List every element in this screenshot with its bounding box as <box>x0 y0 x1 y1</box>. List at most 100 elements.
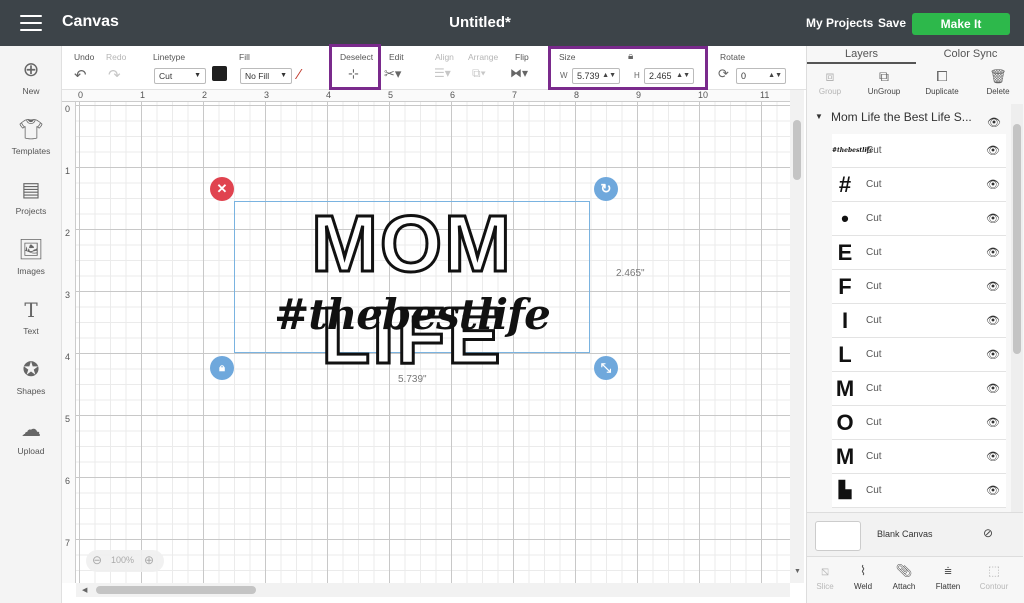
ruler-tick: 9 <box>636 90 642 100</box>
layer-operation: Cut <box>866 179 882 190</box>
eye-icon[interactable]: 👁︎ <box>987 116 1001 129</box>
layer-group-row[interactable]: ▼ Mom Life the Best Life S... 👁︎ <box>807 106 1007 132</box>
zoom-out-icon[interactable]: ⊖ <box>92 553 102 567</box>
undo-icon[interactable]: ↶ <box>74 66 87 84</box>
duplicate-button[interactable]: ⧠ Duplicate <box>915 68 969 96</box>
edit-scissors-icon[interactable]: ✂▾ <box>384 66 401 82</box>
scroll-left-arrow-icon[interactable]: ◀ <box>82 586 87 594</box>
canvas-horizontal-scrollbar[interactable]: ◀ <box>76 583 790 597</box>
align-icon[interactable]: ☰▾ <box>434 66 451 80</box>
attach-button[interactable]: 📎︎ Attach <box>884 563 924 591</box>
eye-icon[interactable]: 👁︎ <box>986 484 1000 497</box>
lock-handle-icon[interactable]: 🔒︎ <box>210 356 234 380</box>
nav-new-label: New <box>22 86 40 96</box>
contour-button[interactable]: ⬚ Contour <box>974 563 1014 591</box>
delete-button[interactable]: 🗑︎ Delete <box>971 68 1024 96</box>
rotate-handle-icon[interactable]: ↻ <box>594 177 618 201</box>
nav-templates[interactable]: 👕︎ Templates <box>0 118 62 156</box>
scroll-thumb[interactable] <box>793 120 801 180</box>
width-dimension-label: 5.739" <box>398 374 427 385</box>
group-button[interactable]: ⧈ Group <box>803 68 857 96</box>
scroll-down-arrow-icon[interactable]: ▼ <box>794 568 801 575</box>
layer-operation: Cut <box>866 417 882 428</box>
eye-icon[interactable]: 👁︎ <box>986 314 1000 327</box>
eye-icon[interactable]: 👁︎ <box>986 416 1000 429</box>
ruler-tick: 1 <box>140 90 146 100</box>
rotate-icon[interactable]: ⟳ <box>718 66 729 82</box>
redo-icon[interactable]: ↷ <box>108 66 121 84</box>
projects-icon: ▤ <box>21 179 41 201</box>
eye-icon[interactable]: 👁︎ <box>986 280 1000 293</box>
linetype-color-swatch[interactable] <box>212 66 227 81</box>
layer-row[interactable]: E Cut 👁︎ <box>832 236 1006 270</box>
ungroup-button[interactable]: ⧉ UnGroup <box>857 68 911 96</box>
eye-icon[interactable]: 👁︎ <box>986 178 1000 191</box>
nav-text-label: Text <box>23 326 39 336</box>
tab-layers[interactable]: Layers <box>807 46 916 64</box>
blank-canvas-row[interactable]: Blank Canvas ⊘ <box>807 512 1023 556</box>
layer-row[interactable]: L Cut 👁︎ <box>832 338 1006 372</box>
flatten-icon: ⩧ <box>944 563 952 578</box>
nav-images-label: Images <box>17 266 45 276</box>
fill-select[interactable]: No Fill ▼ <box>240 68 292 84</box>
blank-canvas-swatch[interactable] <box>815 521 861 551</box>
layer-row[interactable]: M Cut 👁︎ <box>832 440 1006 474</box>
flip-icon[interactable]: ⧓▾ <box>510 66 528 80</box>
weld-button[interactable]: ⌇ Weld <box>843 563 883 591</box>
eye-icon[interactable]: 👁︎ <box>986 348 1000 361</box>
layer-row[interactable]: • Cut 👁︎ <box>832 202 1006 236</box>
text-icon: T <box>24 298 38 322</box>
layer-thumbnail: E <box>837 240 853 265</box>
my-projects-link[interactable]: My Projects <box>806 16 873 30</box>
eye-icon[interactable]: 👁︎ <box>986 212 1000 225</box>
scroll-thumb[interactable] <box>1013 124 1021 354</box>
layer-row[interactable]: # Cut 👁︎ <box>832 168 1006 202</box>
resize-handle-icon[interactable]: ⤡ <box>594 356 618 380</box>
make-it-button[interactable]: Make It <box>912 13 1010 35</box>
nav-new[interactable]: ⊕ New <box>0 58 62 96</box>
layer-row[interactable]: M Cut 👁︎ <box>832 372 1006 406</box>
layer-row[interactable]: #thebestlife Cut 👁︎ <box>832 134 1006 168</box>
slice-button[interactable]: ⧅ Slice <box>805 563 845 591</box>
zoom-in-icon[interactable]: ⊕ <box>144 553 154 567</box>
eye-icon[interactable]: 👁︎ <box>986 382 1000 395</box>
shapes-icon: ✪ <box>22 359 40 381</box>
layer-row[interactable]: F Cut 👁︎ <box>832 270 1006 304</box>
layer-thumbnail: • <box>841 206 849 231</box>
linetype-select[interactable]: Cut ▼ <box>154 68 206 84</box>
layers-list: ▼ Mom Life the Best Life S... 👁︎ #thebes… <box>807 104 1021 516</box>
scroll-thumb[interactable] <box>96 586 256 594</box>
nav-projects[interactable]: ▤ Projects <box>0 178 62 216</box>
thebestlife-text[interactable]: #thebestlife <box>236 290 588 339</box>
save-button[interactable]: Save <box>878 16 906 30</box>
layer-row[interactable]: ▙ Cut 👁︎ <box>832 474 1006 508</box>
layers-scrollbar[interactable] <box>1011 104 1023 512</box>
spinner-icon[interactable]: ▲▼ <box>768 69 782 83</box>
layer-row[interactable]: O Cut 👁︎ <box>832 406 1006 440</box>
nav-text[interactable]: T Text <box>0 298 62 336</box>
ruler-tick: 5 <box>388 90 394 100</box>
trash-icon: 🗑︎ <box>989 68 1007 84</box>
ruler-tick: 0 <box>78 90 84 100</box>
eye-hidden-icon[interactable]: ⊘ <box>983 526 993 540</box>
tshirt-icon: 👕︎ <box>18 119 44 141</box>
nav-shapes[interactable]: ✪ Shapes <box>0 358 62 396</box>
attach-label: Attach <box>892 582 916 591</box>
ruler-tick: 4 <box>326 90 332 100</box>
eye-icon[interactable]: 👁︎ <box>986 144 1000 157</box>
eye-icon[interactable]: 👁︎ <box>986 246 1000 259</box>
design-canvas[interactable]: MOM LIFE #thebestlife ✕ ↻ 🔒︎ ⤡ 2.465" 5.… <box>76 102 790 583</box>
nav-upload[interactable]: ☁ Upload <box>0 418 62 456</box>
canvas-vertical-scrollbar[interactable]: ▼ <box>790 90 804 583</box>
ruler-tick: 7 <box>512 90 518 100</box>
rotate-input[interactable]: 0 ▲▼ <box>736 68 786 84</box>
tab-color-sync[interactable]: Color Sync <box>916 46 1024 64</box>
nav-images[interactable]: 🖼︎ Images <box>0 238 62 276</box>
no-fill-slash-icon[interactable]: ⁄ <box>298 66 301 83</box>
eye-icon[interactable]: 👁︎ <box>986 450 1000 463</box>
caret-down-icon[interactable]: ▼ <box>815 112 823 121</box>
flatten-button[interactable]: ⩧ Flatten <box>928 563 968 591</box>
delete-handle-icon[interactable]: ✕ <box>210 177 234 201</box>
layer-row[interactable]: I Cut 👁︎ <box>832 304 1006 338</box>
arrange-icon[interactable]: ⧉▾ <box>472 66 486 81</box>
